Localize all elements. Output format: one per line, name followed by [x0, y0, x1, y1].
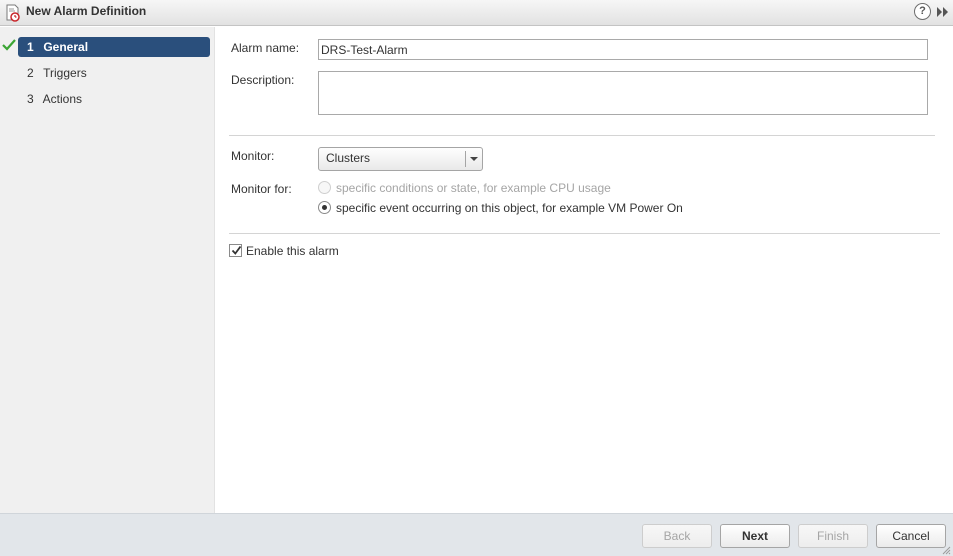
section-divider: [229, 135, 935, 136]
step-label: Actions: [42, 92, 83, 106]
check-icon: [231, 245, 242, 255]
double-chevron-right-icon[interactable]: [936, 6, 950, 18]
section-divider: [229, 233, 940, 234]
radio-specific-event[interactable]: [318, 201, 331, 214]
wizard-steps-sidebar: 1 General 2 Triggers 3 Actions: [0, 27, 215, 513]
radio-specific-conditions-label: specific conditions or state, for exampl…: [336, 181, 611, 195]
description-textarea[interactable]: [318, 71, 928, 115]
wizard-step-actions[interactable]: 3 Actions: [18, 89, 210, 109]
check-icon: [2, 39, 16, 51]
next-button[interactable]: Next: [720, 524, 790, 548]
alarm-name-label: Alarm name:: [231, 41, 300, 55]
step-label: General: [43, 40, 89, 54]
dialog-title-bar: New Alarm Definition ?: [0, 0, 953, 26]
step-label: Triggers: [43, 66, 87, 80]
step-number: 2: [27, 66, 34, 80]
alarm-definition-icon: [5, 4, 21, 22]
resize-grip-icon[interactable]: [941, 544, 951, 555]
step-number: 3: [27, 92, 34, 106]
help-icon[interactable]: ?: [914, 3, 931, 20]
wizard-step-triggers[interactable]: 2 Triggers: [18, 63, 210, 83]
enable-alarm-label[interactable]: Enable this alarm: [246, 244, 339, 258]
monitor-for-label: Monitor for:: [231, 182, 292, 196]
chevron-down-icon[interactable]: [470, 157, 478, 161]
monitor-dropdown[interactable]: Clusters: [318, 147, 483, 171]
cancel-button[interactable]: Cancel: [876, 524, 946, 548]
dialog-title: New Alarm Definition: [26, 4, 147, 18]
dropdown-separator: [465, 151, 466, 167]
monitor-selected-value: Clusters: [326, 151, 371, 165]
description-label: Description:: [231, 73, 295, 87]
enable-alarm-checkbox[interactable]: [229, 244, 242, 257]
back-button[interactable]: Back: [642, 524, 712, 548]
radio-selected-dot: [322, 205, 327, 210]
radio-specific-conditions[interactable]: [318, 181, 331, 194]
radio-specific-event-label: specific event occurring on this object,…: [336, 201, 683, 215]
monitor-label: Monitor:: [231, 149, 275, 163]
alarm-name-input[interactable]: [318, 39, 928, 60]
general-settings-panel: Alarm name: Description: Monitor: Cluste…: [216, 27, 953, 513]
step-number: 1: [27, 40, 34, 54]
wizard-footer: Back Next Finish Cancel: [0, 513, 953, 556]
finish-button[interactable]: Finish: [798, 524, 868, 548]
wizard-step-general[interactable]: 1 General: [18, 37, 210, 57]
